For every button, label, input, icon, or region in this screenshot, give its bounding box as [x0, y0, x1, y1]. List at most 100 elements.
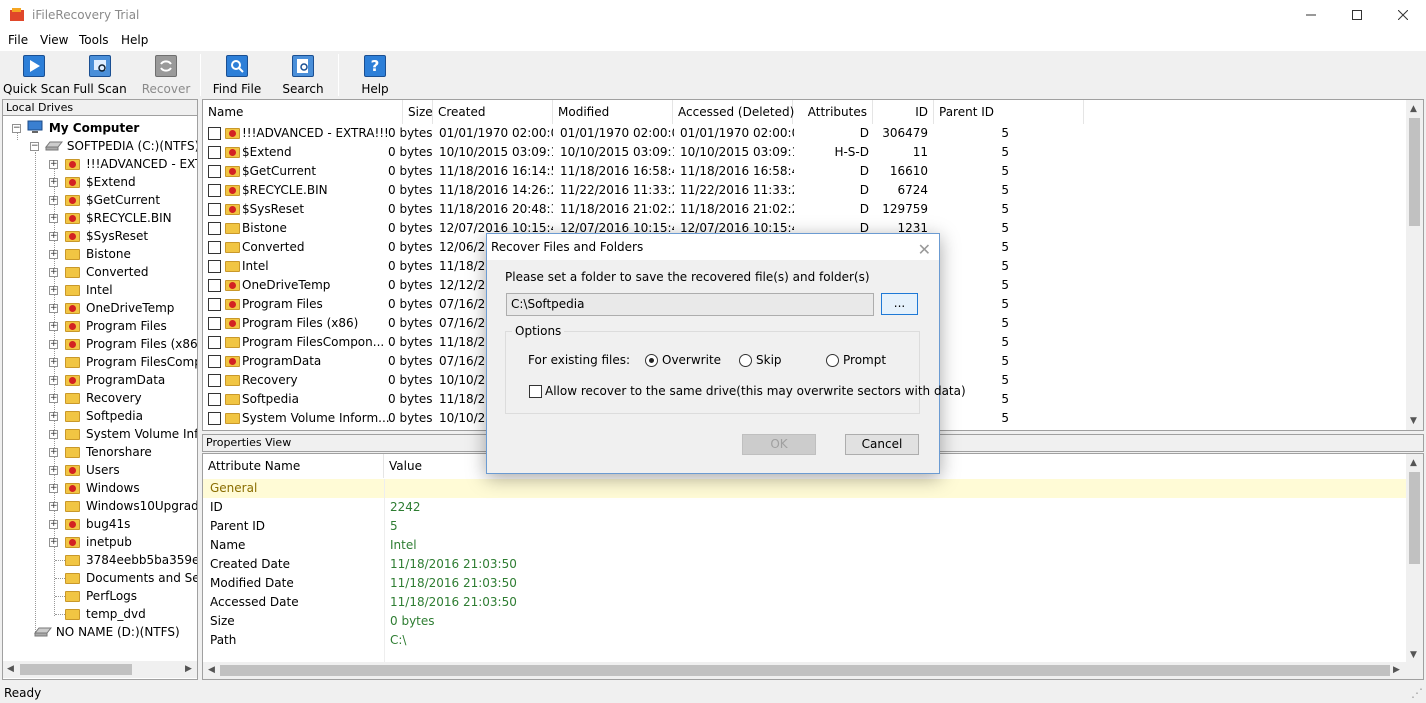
expand-icon[interactable]: +	[49, 448, 58, 457]
table-row[interactable]: !!!ADVANCED - EXTRA!!! 0 bytes 01/01/1970 …	[203, 124, 1407, 143]
expand-icon[interactable]: +	[49, 394, 58, 403]
tree-folder-item[interactable]: Program FilesComponents	[65, 353, 197, 371]
dialog-close-icon[interactable]: ✕	[918, 237, 931, 263]
search-button[interactable]: Search	[280, 53, 326, 97]
expand-icon[interactable]: +	[49, 214, 58, 223]
properties-hscrollbar[interactable]: ◀ ▶	[203, 662, 1406, 679]
ok-button[interactable]: OK	[742, 434, 816, 455]
recover-button[interactable]: Recover	[140, 53, 192, 97]
tree-folder-item[interactable]: $RECYCLE.BIN	[65, 209, 172, 227]
expand-icon[interactable]: +	[49, 502, 58, 511]
row-checkbox[interactable]	[208, 374, 221, 387]
expand-icon[interactable]: +	[49, 304, 58, 313]
row-checkbox[interactable]	[208, 336, 221, 349]
expand-icon[interactable]: +	[49, 286, 58, 295]
row-checkbox[interactable]	[208, 412, 221, 425]
expand-icon[interactable]: +	[49, 376, 58, 385]
tree-folder-item[interactable]: $SysReset	[65, 227, 148, 245]
properties-vscrollbar[interactable]: ▲ ▼	[1406, 454, 1423, 679]
scroll-right-icon[interactable]: ▶	[185, 664, 192, 674]
collapse-icon[interactable]: −	[12, 124, 21, 133]
properties-view[interactable]: Attribute Name Value General ID 2242 Paren…	[202, 453, 1424, 680]
expand-icon[interactable]: +	[49, 538, 58, 547]
tree-folder-item[interactable]: Bistone	[65, 245, 131, 263]
tree-folder-item[interactable]: Recovery	[65, 389, 142, 407]
scroll-down-icon[interactable]: ▼	[1410, 416, 1417, 426]
tree-folder-item[interactable]: Softpedia	[65, 407, 143, 425]
tree-folder-item[interactable]: !!!ADVANCED - EXTRA!!!	[65, 155, 197, 173]
scroll-up-icon[interactable]: ▲	[1410, 104, 1417, 114]
scroll-thumb[interactable]	[220, 665, 1390, 676]
scroll-thumb[interactable]	[1409, 118, 1420, 226]
row-checkbox[interactable]	[208, 146, 221, 159]
row-checkbox[interactable]	[208, 203, 221, 216]
resize-grip-icon[interactable]: ⋰	[1411, 683, 1423, 703]
same-drive-checkbox-box[interactable]	[529, 385, 542, 398]
tree-folder-item[interactable]: Windows	[65, 479, 140, 497]
radio-overwrite-indicator[interactable]	[645, 354, 658, 367]
scroll-thumb[interactable]	[20, 664, 132, 675]
row-checkbox[interactable]	[208, 393, 221, 406]
tree-node-drive-d[interactable]: NO NAME (D:)(NTFS)	[33, 623, 180, 641]
drive-tree[interactable]: − My Computer − SOFTPEDIA (C:)(NTFS) +!!…	[2, 116, 198, 680]
full-scan-button[interactable]: Full Scan	[72, 53, 128, 97]
expand-icon[interactable]: +	[49, 196, 58, 205]
menu-view[interactable]: View	[40, 33, 68, 47]
scroll-left-icon[interactable]: ◀	[208, 665, 215, 675]
column-header[interactable]: Accessed (Deleted)	[673, 100, 794, 124]
tree-folder-item[interactable]: inetpub	[65, 533, 132, 551]
row-checkbox[interactable]	[208, 317, 221, 330]
table-row[interactable]: $Extend 0 bytes 10/10/2015 03:09:12 10/10/2…	[203, 143, 1407, 162]
tree-folder-item[interactable]: ProgramData	[65, 371, 165, 389]
tree-folder-item[interactable]: OneDriveTemp	[65, 299, 174, 317]
scroll-right-icon[interactable]: ▶	[1393, 665, 1400, 675]
tree-folder-item[interactable]: bug41s	[65, 515, 130, 533]
scroll-up-icon[interactable]: ▲	[1410, 458, 1417, 468]
radio-skip-indicator[interactable]	[739, 354, 752, 367]
expand-icon[interactable]: +	[49, 430, 58, 439]
browse-button[interactable]: ...	[881, 293, 918, 315]
prop-col-attribute[interactable]: Attribute Name	[203, 454, 384, 478]
collapse-icon[interactable]: −	[30, 142, 39, 151]
help-button[interactable]: ? Help	[354, 53, 396, 97]
column-header[interactable]: Created	[433, 100, 553, 124]
menu-help[interactable]: Help	[121, 33, 148, 47]
tree-folder-item[interactable]: Tenorshare	[65, 443, 152, 461]
tree-folder-item[interactable]: Program Files (x86)	[65, 335, 197, 353]
save-folder-field[interactable]: C:\Softpedia	[506, 293, 874, 316]
tree-folder-item[interactable]: Converted	[65, 263, 148, 281]
column-header[interactable]: Modified	[553, 100, 673, 124]
table-row[interactable]: $RECYCLE.BIN 0 bytes 11/18/2016 14:26:20 11…	[203, 181, 1407, 200]
tree-folder-item[interactable]: PerfLogs	[65, 587, 137, 605]
tree-folder-item[interactable]: System Volume Information	[65, 425, 197, 443]
expand-icon[interactable]: +	[49, 250, 58, 259]
tree-folder-item[interactable]: Intel	[65, 281, 113, 299]
expand-icon[interactable]: +	[49, 484, 58, 493]
file-list-vscrollbar[interactable]: ▲ ▼	[1406, 100, 1423, 430]
menu-tools[interactable]: Tools	[79, 33, 109, 47]
tree-folder-item[interactable]: 3784eebb5ba359ee5b	[65, 551, 197, 569]
column-header[interactable]: Attributes	[793, 100, 873, 124]
row-checkbox[interactable]	[208, 298, 221, 311]
expand-icon[interactable]: +	[49, 340, 58, 349]
menu-file[interactable]: File	[8, 33, 28, 47]
table-row[interactable]: $SysReset 0 bytes 11/18/2016 20:48:35 11/18…	[203, 200, 1407, 219]
radio-prompt-indicator[interactable]	[826, 354, 839, 367]
expand-icon[interactable]: +	[49, 160, 58, 169]
row-checkbox[interactable]	[208, 127, 221, 140]
expand-icon[interactable]: +	[49, 232, 58, 241]
scroll-left-icon[interactable]: ◀	[7, 664, 14, 674]
close-button[interactable]	[1380, 0, 1426, 31]
row-checkbox[interactable]	[208, 279, 221, 292]
row-checkbox[interactable]	[208, 165, 221, 178]
row-checkbox[interactable]	[208, 355, 221, 368]
tree-folder-item[interactable]: Windows10Upgrade	[65, 497, 197, 515]
expand-icon[interactable]: +	[49, 358, 58, 367]
maximize-button[interactable]	[1334, 0, 1380, 31]
tree-folder-item[interactable]: Documents and Settings	[65, 569, 197, 587]
expand-icon[interactable]: +	[49, 466, 58, 475]
tree-folder-item[interactable]: $Extend	[65, 173, 136, 191]
scroll-thumb[interactable]	[1409, 472, 1420, 564]
tree-folder-item[interactable]: Program Files	[65, 317, 167, 335]
row-checkbox[interactable]	[208, 241, 221, 254]
